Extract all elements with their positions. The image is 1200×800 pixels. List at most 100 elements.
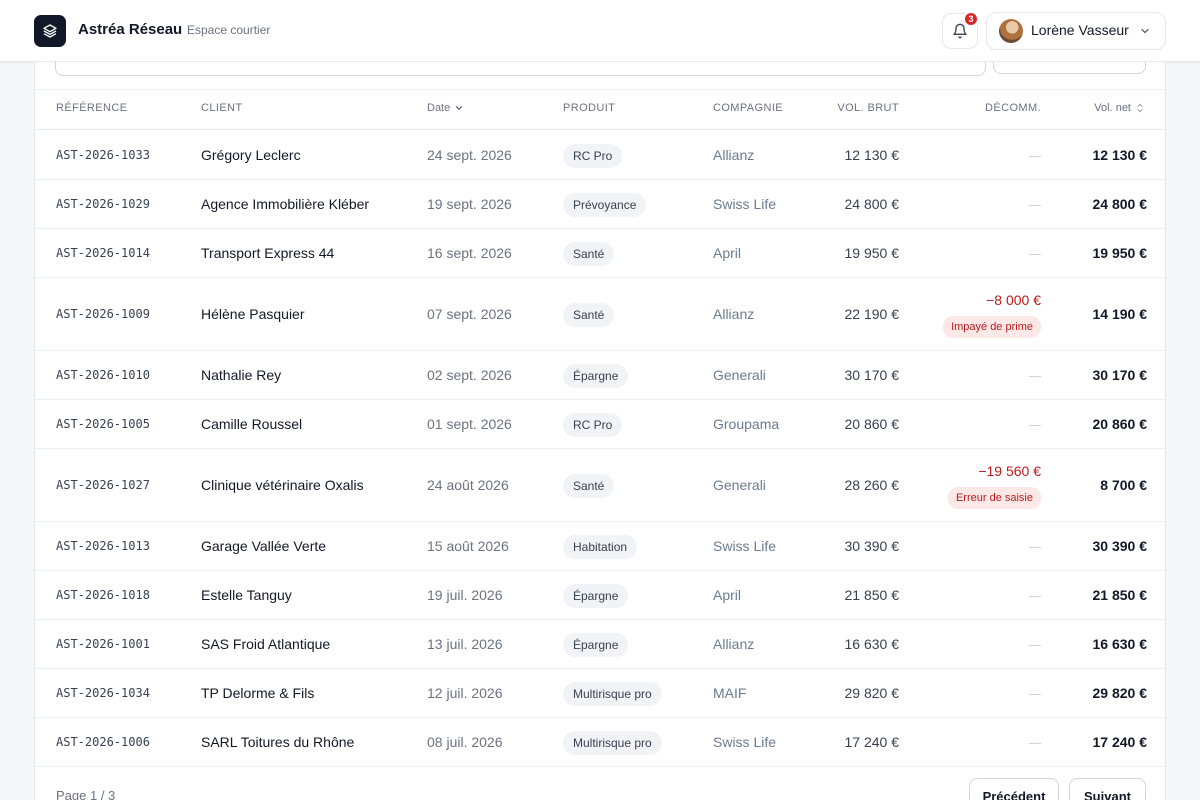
column-decomm[interactable]: DÉCOMM.	[985, 102, 1041, 114]
table-row[interactable]: AST-2026-1005 Camille Roussel 01 sept. 202…	[35, 400, 1165, 449]
commissions-card: RÉFÉRENCE CLIENT Date PRODUIT COMPAGNIE …	[34, 40, 1166, 800]
product-badge: Épargne	[563, 363, 629, 388]
reference-cell: AST-2026-1014	[56, 245, 150, 260]
product-badge: Multirisque pro	[563, 730, 662, 755]
net-volume-cell: 16 630 €	[1092, 635, 1148, 652]
empty-decommission-dash	[1029, 742, 1041, 744]
product-badge: Épargne	[563, 632, 629, 657]
date-cell: 24 août 2026	[427, 476, 509, 493]
empty-decommission-dash	[1029, 546, 1041, 548]
client-cell: Clinique vétérinaire Oxalis	[201, 476, 364, 493]
net-volume-cell: 30 170 €	[1092, 366, 1148, 383]
top-bar: Astréa Réseau Espace courtier 3 Lorène V…	[0, 0, 1200, 62]
date-cell: 02 sept. 2026	[427, 366, 512, 383]
client-cell: Agence Immobilière Kléber	[201, 195, 370, 212]
date-cell: 19 juil. 2026	[427, 586, 503, 603]
table-row[interactable]: AST-2026-1013 Garage Vallée Verte 15 août …	[35, 522, 1165, 571]
product-badge: Santé	[563, 302, 615, 327]
company-cell: April	[713, 586, 742, 603]
table-row[interactable]: AST-2026-1010 Nathalie Rey 02 sept. 2026 Ép…	[35, 351, 1165, 400]
decommission-amount: −19 560 €	[978, 463, 1041, 479]
layers-icon[interactable]	[34, 15, 66, 47]
table-row[interactable]: AST-2026-1027 Clinique vétérinaire Oxalis…	[35, 449, 1165, 522]
reference-cell: AST-2026-1033	[56, 147, 150, 162]
previous-page-button[interactable]: Précédent	[969, 778, 1059, 800]
product-badge: Santé	[563, 473, 615, 498]
user-menu-button[interactable]: Lorène Vasseur	[986, 12, 1166, 50]
product-badge: Prévoyance	[563, 192, 647, 217]
reference-cell: AST-2026-1027	[56, 477, 150, 492]
gross-volume-cell: 30 170 €	[844, 366, 900, 383]
empty-decommission-dash	[1029, 204, 1041, 206]
client-cell: SARL Toitures du Rhône	[201, 733, 355, 750]
gross-volume-cell: 19 950 €	[844, 244, 900, 261]
reference-cell: AST-2026-1013	[56, 538, 150, 553]
company-cell: Allianz	[713, 635, 755, 652]
product-badge: Santé	[563, 241, 615, 266]
user-name: Lorène Vasseur	[1031, 22, 1129, 38]
gross-volume-cell: 30 390 €	[844, 537, 900, 554]
date-cell: 24 sept. 2026	[427, 146, 512, 163]
gross-volume-cell: 22 190 €	[844, 305, 900, 322]
empty-decommission-dash	[1029, 424, 1041, 426]
net-volume-cell: 8 700 €	[1100, 476, 1147, 493]
client-cell: Transport Express 44	[201, 244, 335, 261]
table-row[interactable]: AST-2026-1001 SAS Froid Atlantique 13 juil…	[35, 620, 1165, 669]
company-cell: Allianz	[713, 146, 755, 163]
table-row[interactable]: AST-2026-1034 TP Delorme & Fils 12 juil. 2…	[35, 669, 1165, 718]
table-row[interactable]: AST-2026-1018 Estelle Tanguy 19 juil. 2026…	[35, 571, 1165, 620]
gross-volume-cell: 28 260 €	[844, 476, 900, 493]
product-badge: Épargne	[563, 583, 629, 608]
sort-icon	[1137, 103, 1143, 113]
empty-decommission-dash	[1029, 595, 1041, 597]
product-badge: Habitation	[563, 534, 638, 559]
company-cell: Swiss Life	[713, 733, 777, 750]
column-vol-brut[interactable]: VOL. BRUT	[837, 102, 899, 114]
brand-subtitle: Espace courtier	[187, 23, 271, 37]
company-cell: MAIF	[713, 684, 747, 701]
client-cell: Hélène Pasquier	[201, 305, 305, 322]
net-volume-cell: 19 950 €	[1092, 244, 1148, 261]
product-badge: RC Pro	[563, 143, 623, 168]
company-cell: Allianz	[713, 305, 755, 322]
client-cell: Estelle Tanguy	[201, 586, 292, 603]
reference-cell: AST-2026-1034	[56, 685, 150, 700]
client-cell: Grégory Leclerc	[201, 146, 301, 163]
column-compagnie[interactable]: COMPAGNIE	[713, 102, 783, 114]
column-vol-net[interactable]: Vol. net	[1094, 102, 1145, 114]
product-badge: Multirisque pro	[563, 681, 662, 706]
company-cell: Generali	[713, 366, 766, 383]
net-volume-cell: 29 820 €	[1092, 684, 1148, 701]
table-row[interactable]: AST-2026-1029 Agence Immobilière Kléber 19…	[35, 180, 1165, 229]
date-cell: 13 juil. 2026	[427, 635, 503, 652]
reference-cell: AST-2026-1005	[56, 416, 150, 431]
date-cell: 07 sept. 2026	[427, 305, 512, 322]
company-cell: Groupama	[713, 415, 780, 432]
date-cell: 01 sept. 2026	[427, 415, 512, 432]
pagination-bar: Page 1 / 3 Précédent Suivant	[35, 767, 1165, 800]
net-volume-cell: 30 390 €	[1092, 537, 1148, 554]
column-produit[interactable]: PRODUIT	[563, 102, 615, 114]
table-row[interactable]: AST-2026-1033 Grégory Leclerc 24 sept. 202…	[35, 131, 1165, 180]
page-info: Page 1 / 3	[56, 788, 116, 800]
notification-count-badge: 3	[963, 11, 979, 27]
next-page-button[interactable]: Suivant	[1069, 778, 1146, 800]
date-cell: 19 sept. 2026	[427, 195, 512, 212]
column-vol-net-label: Vol. net	[1094, 102, 1131, 114]
reference-cell: AST-2026-1001	[56, 636, 150, 651]
company-cell: Swiss Life	[713, 537, 777, 554]
date-cell: 15 août 2026	[427, 537, 509, 554]
net-volume-cell: 14 190 €	[1092, 305, 1148, 322]
column-date[interactable]: Date	[427, 102, 464, 114]
column-reference[interactable]: RÉFÉRENCE	[56, 102, 127, 114]
table-row[interactable]: AST-2026-1006 SARL Toitures du Rhône 08 ju…	[35, 718, 1165, 767]
column-client[interactable]: CLIENT	[201, 102, 243, 114]
reference-cell: AST-2026-1006	[56, 734, 150, 749]
table-row[interactable]: AST-2026-1009 Hélène Pasquier 07 sept. 202…	[35, 278, 1165, 351]
client-cell: SAS Froid Atlantique	[201, 635, 331, 652]
client-cell: TP Delorme & Fils	[201, 684, 315, 701]
sort-desc-icon	[456, 106, 463, 110]
net-volume-cell: 20 860 €	[1092, 415, 1148, 432]
table-row[interactable]: AST-2026-1014 Transport Express 44 16 sept…	[35, 229, 1165, 278]
net-volume-cell: 12 130 €	[1092, 146, 1148, 163]
